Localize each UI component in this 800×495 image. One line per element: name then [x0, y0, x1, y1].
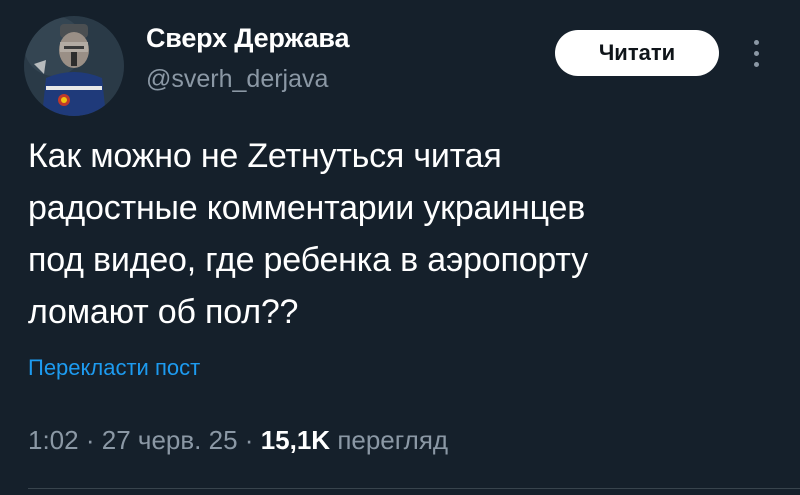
tweet-text: Как можно не Zетнуться читая радостные к… [28, 130, 768, 338]
translate-post-link[interactable]: Перекласти пост [28, 355, 200, 381]
avatar[interactable] [24, 16, 124, 116]
author-handle[interactable]: @sverh_derjava [146, 64, 349, 94]
tweet-text-line: под видео, где ребенка в аэропорту [28, 241, 588, 279]
tweet-text-line: Как можно не Zетнуться читая [28, 137, 502, 175]
meta-separator: · [85, 425, 95, 455]
tweet-meta: 1:02 · 27 черв. 25 · 15,1K перегляд [28, 425, 448, 456]
tweet-date[interactable]: 27 черв. 25 [102, 425, 238, 455]
tweet-text-line: ломают об пол?? [28, 293, 299, 331]
more-dot [753, 61, 759, 67]
more-dot [753, 39, 759, 45]
divider [28, 488, 800, 489]
avatar-image [24, 16, 124, 116]
meta-separator: · [244, 425, 254, 455]
views-count[interactable]: 15,1K [261, 425, 330, 455]
tweet-text-line: радостные комментарии украинцев [28, 189, 586, 227]
author-display-name[interactable]: Сверх Держава [146, 22, 349, 54]
views-label: перегляд [337, 425, 449, 455]
more-vertical-icon[interactable] [744, 30, 768, 76]
author-block: Сверх Держава @sverh_derjava [146, 22, 349, 94]
tweet-card: Сверх Держава @sverh_derjava Читати Как … [0, 0, 800, 495]
tweet-time[interactable]: 1:02 [28, 425, 79, 455]
follow-button[interactable]: Читати [555, 30, 719, 76]
more-dot [753, 50, 759, 56]
